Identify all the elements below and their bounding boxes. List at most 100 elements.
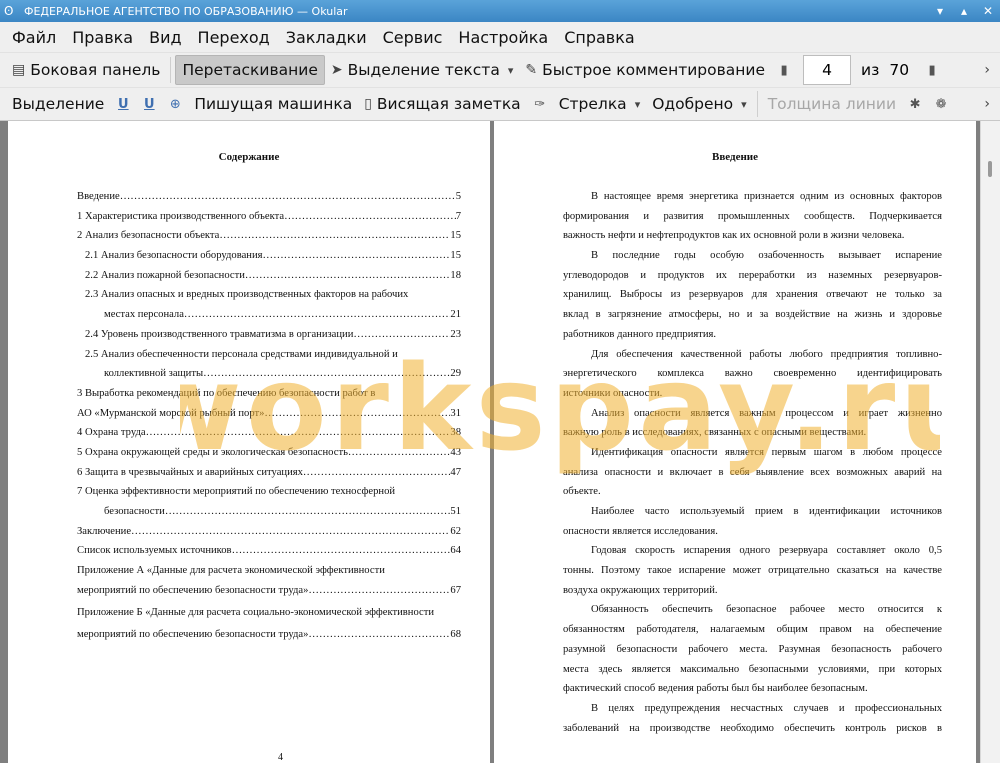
text-line: источники опасности. [563, 387, 663, 399]
toc-entry[interactable]: Введение 5 [77, 187, 461, 207]
popup-note-button[interactable]: ▯ Висящая заметка [358, 89, 526, 119]
toc-entry-page: 47 [450, 466, 461, 478]
toc-entry[interactable]: 1 Характеристика производственного объек… [77, 207, 461, 227]
toc-entry-page: 67 [450, 584, 461, 596]
menu-help[interactable]: Справка [556, 28, 643, 47]
toc-leader [146, 423, 451, 443]
page-number-input[interactable]: 4 [803, 55, 852, 85]
toc-entry-title: 2.4 Уровень производственного травматизм… [85, 328, 354, 340]
toc-entry[interactable]: мероприятий по обеспечению безопасности … [77, 581, 461, 601]
toc-entry-page: 15 [450, 250, 461, 262]
toolbar-overflow-icon[interactable]: › [984, 62, 990, 78]
ink-icon[interactable]: ✑ [531, 93, 549, 115]
opacity-icon[interactable]: ❁ [932, 93, 950, 115]
menu-go[interactable]: Переход [190, 28, 278, 47]
toc-entry-page: 68 [450, 629, 461, 641]
toc-entry[interactable]: 2.2 Анализ пожарной безопасности 18 [77, 266, 461, 286]
toc-entry-page: 38 [450, 427, 461, 439]
arrow-button[interactable]: Стрелка ▾ [553, 89, 647, 119]
toc-leader [184, 305, 451, 325]
text-line: В настоящее время энергетика признается … [591, 191, 942, 202]
toc-entry-page: 15 [450, 230, 461, 242]
toc-entry[interactable]: местах персонала 21 [77, 305, 461, 325]
text-line: опасности является исследования. [563, 525, 718, 537]
minimize-icon[interactable]: ▾ [932, 3, 948, 19]
toc-entry[interactable]: мероприятий по обеспечению безопасности … [77, 625, 461, 645]
sidebar-button[interactable]: ▤ Боковая панель [6, 55, 166, 85]
toc-entry-page: 64 [450, 545, 461, 557]
toc-entry-title: 2 Анализ безопасности объекта [77, 230, 220, 242]
toc-entry-title: 2.3 Анализ опасных и вредных производств… [85, 289, 409, 301]
toc-entry-title: коллективной защиты [104, 368, 204, 380]
toc-entry[interactable]: 2.5 Анализ обеспеченности персонала сред… [77, 345, 461, 365]
maximize-icon[interactable]: ▴ [956, 3, 972, 19]
close-icon[interactable]: ✕ [980, 3, 996, 19]
menu-edit[interactable]: Правка [64, 28, 141, 47]
scrollbar-thumb[interactable] [988, 161, 992, 177]
toc-entry[interactable]: безопасности 51 [77, 502, 461, 522]
toc-entry[interactable]: 4 Охрана труда 38 [77, 423, 461, 443]
previous-page-icon[interactable]: ▮ [775, 59, 793, 81]
toc-entry[interactable]: Список используемых источников 64 [77, 541, 461, 561]
chevron-down-icon[interactable]: ▾ [741, 98, 747, 111]
next-page-icon[interactable]: ▮ [923, 59, 941, 81]
main-toolbar: ▤ Боковая панель Перетаскивание ➤ Выделе… [0, 52, 1000, 87]
toc-entry[interactable]: коллективной защиты 29 [77, 364, 461, 384]
vertical-scrollbar[interactable] [980, 121, 1000, 763]
chevron-down-icon[interactable]: ▾ [508, 64, 514, 77]
toolbar-overflow-icon[interactable]: › [984, 96, 990, 112]
squiggle-icon[interactable]: U [140, 93, 158, 115]
toc-entry[interactable]: 2 Анализ безопасности объекта 15 [77, 226, 461, 246]
menu-tools[interactable]: Сервис [375, 28, 451, 47]
typewriter-label: Пишущая машинка [194, 95, 353, 113]
toc-leader [284, 207, 456, 227]
toc-entry[interactable]: 2.4 Уровень производственного травматизм… [77, 325, 461, 345]
toc-leader [308, 581, 450, 601]
window-title: ФЕДЕРАЛЬНОЕ АГЕНТСТВО ПО ОБРАЗОВАНИЮ — O… [24, 4, 348, 18]
toc-entry-title: мероприятий по обеспечению безопасности … [77, 584, 309, 596]
typewriter-button[interactable]: Пишущая машинка [188, 89, 358, 119]
toc-entry-title: АО «Мурманской морской рыбный порт» [77, 407, 265, 419]
toc-entry[interactable]: 2.3 Анализ опасных и вредных производств… [77, 285, 461, 305]
highlight-button[interactable]: Выделение [6, 89, 110, 119]
menu-bookmarks[interactable]: Закладки [278, 28, 375, 47]
color-icon[interactable]: ✱ [906, 93, 924, 115]
toc-entry[interactable]: 3 Выработка рекомендаций по обеспечению … [77, 384, 461, 404]
stamp-button[interactable]: Одобрено ▾ [646, 89, 752, 119]
line-width-button[interactable]: Толщина линии [762, 89, 902, 119]
text-line: тонны. Поэтому такое испарение может отр… [563, 565, 942, 577]
text-line: анализа опасности и включает в себя выяв… [563, 466, 942, 478]
chevron-down-icon[interactable]: ▾ [635, 98, 641, 111]
toc-entry[interactable]: 7 Оценка эффективности мероприятий по об… [77, 482, 461, 502]
toc-entry[interactable]: Приложение Б «Данные для расчета социаль… [77, 600, 461, 625]
menu-view[interactable]: Вид [141, 28, 189, 47]
text-line: Наиболее часто используемый прием в иден… [591, 506, 942, 517]
strikeout-icon[interactable]: ⊕ [166, 93, 184, 115]
annotation-toolbar: Выделение U U ⊕ Пишущая машинка ▯ Висяща… [0, 87, 1000, 121]
title-bar: ʘ ФЕДЕРАЛЬНОЕ АГЕНТСТВО ПО ОБРАЗОВАНИЮ —… [0, 0, 1000, 22]
toc-leader [245, 266, 451, 286]
underline-icon[interactable]: U [114, 93, 132, 115]
toc-entry-page: 31 [450, 407, 461, 419]
toc-entry-page: 21 [450, 309, 461, 321]
toc-entry[interactable]: 2.1 Анализ безопасности оборудования 15 [77, 246, 461, 266]
toc-entry[interactable]: Приложение А «Данные для расчета экономи… [77, 561, 461, 581]
toc-entry[interactable]: 6 Защита в чрезвычайных и аварийных ситу… [77, 463, 461, 483]
text-line: важную роль в исследованиях, связанных с… [563, 427, 867, 439]
toc-entry[interactable]: 5 Охрана окружающей среды и экологическа… [77, 443, 461, 463]
toc-entry[interactable]: Заключение 62 [77, 522, 461, 542]
browse-tool-button[interactable]: Перетаскивание [175, 55, 325, 85]
document-page-left: Содержание Введение 5 1 Характеристика про… [8, 121, 490, 763]
quick-annotations-button[interactable]: ✎ Быстрое комментирование [519, 55, 771, 85]
toc-entry-page: 43 [450, 446, 461, 458]
toc-entry-title: 1 Характеристика производственного объек… [77, 210, 285, 222]
document-viewer[interactable]: Содержание Введение 5 1 Характеристика про… [0, 121, 1000, 763]
toc-entry-page: 23 [450, 328, 461, 340]
toc-entry[interactable]: АО «Мурманской морской рыбный порт» 31 [77, 404, 461, 424]
toc-entry-title: Приложение А «Данные для расчета экономи… [77, 565, 385, 577]
text-selection-button[interactable]: ➤ Выделение текста ▾ [325, 55, 519, 85]
toc-leader [165, 502, 451, 522]
menu-file[interactable]: Файл [4, 28, 64, 47]
text-line: В целях предупреждения несчастных случае… [591, 702, 942, 714]
menu-settings[interactable]: Настройка [450, 28, 556, 47]
